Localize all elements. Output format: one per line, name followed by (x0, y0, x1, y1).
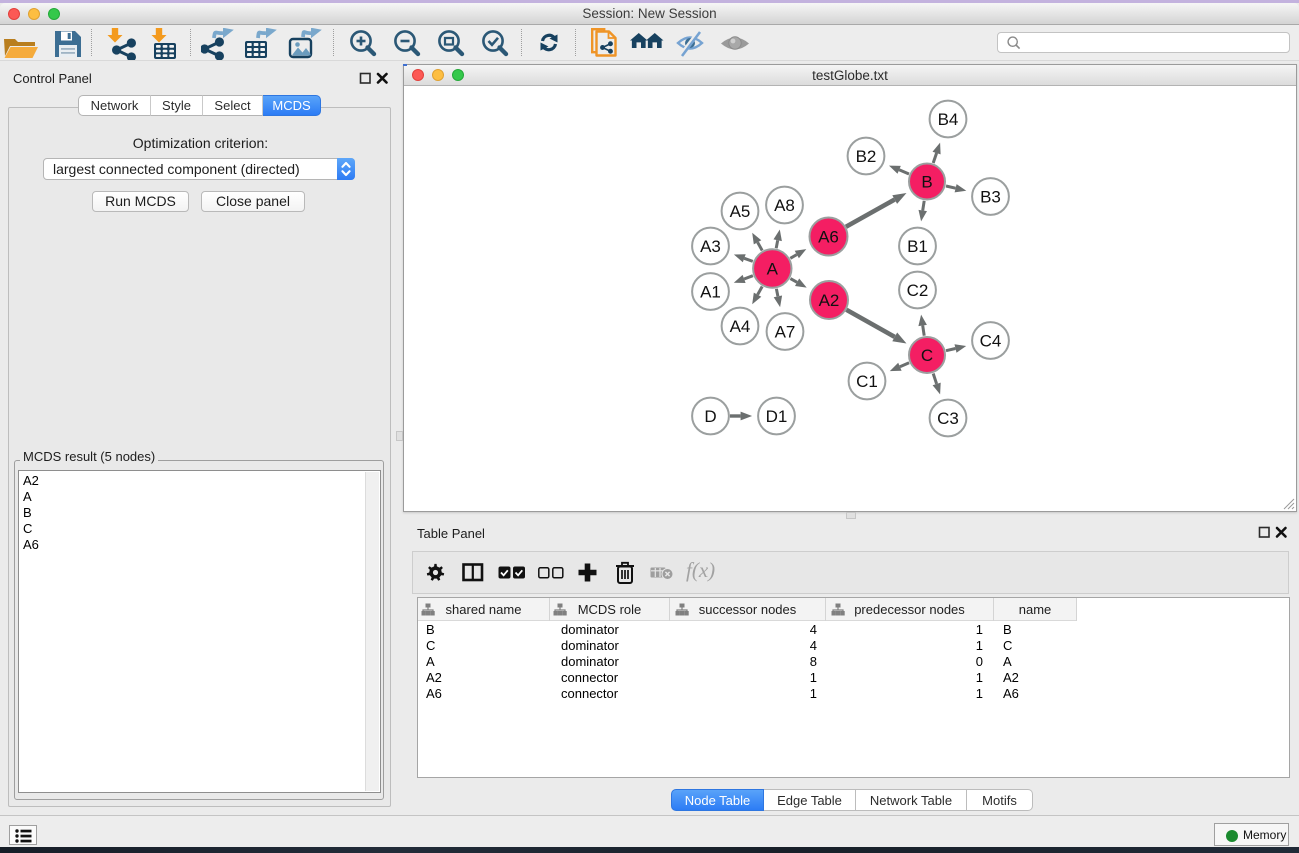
svg-text:C2: C2 (907, 281, 929, 300)
svg-text:A5: A5 (730, 202, 751, 221)
svg-text:A6: A6 (818, 228, 839, 247)
svg-text:C3: C3 (937, 409, 959, 428)
svg-text:A3: A3 (700, 237, 721, 256)
svg-text:A8: A8 (774, 196, 795, 215)
svg-text:A: A (767, 260, 779, 279)
svg-text:B: B (921, 173, 932, 192)
svg-text:A2: A2 (819, 291, 840, 310)
svg-text:A1: A1 (700, 283, 721, 302)
svg-text:C: C (921, 346, 933, 365)
svg-text:B3: B3 (980, 188, 1001, 207)
svg-text:D1: D1 (766, 407, 788, 426)
svg-text:C4: C4 (980, 332, 1002, 351)
svg-text:B4: B4 (938, 110, 959, 129)
svg-text:D: D (704, 407, 716, 426)
svg-text:A7: A7 (775, 323, 796, 342)
svg-text:C1: C1 (856, 372, 878, 391)
svg-text:B1: B1 (907, 237, 928, 256)
svg-text:A4: A4 (730, 317, 751, 336)
svg-text:B2: B2 (856, 147, 877, 166)
